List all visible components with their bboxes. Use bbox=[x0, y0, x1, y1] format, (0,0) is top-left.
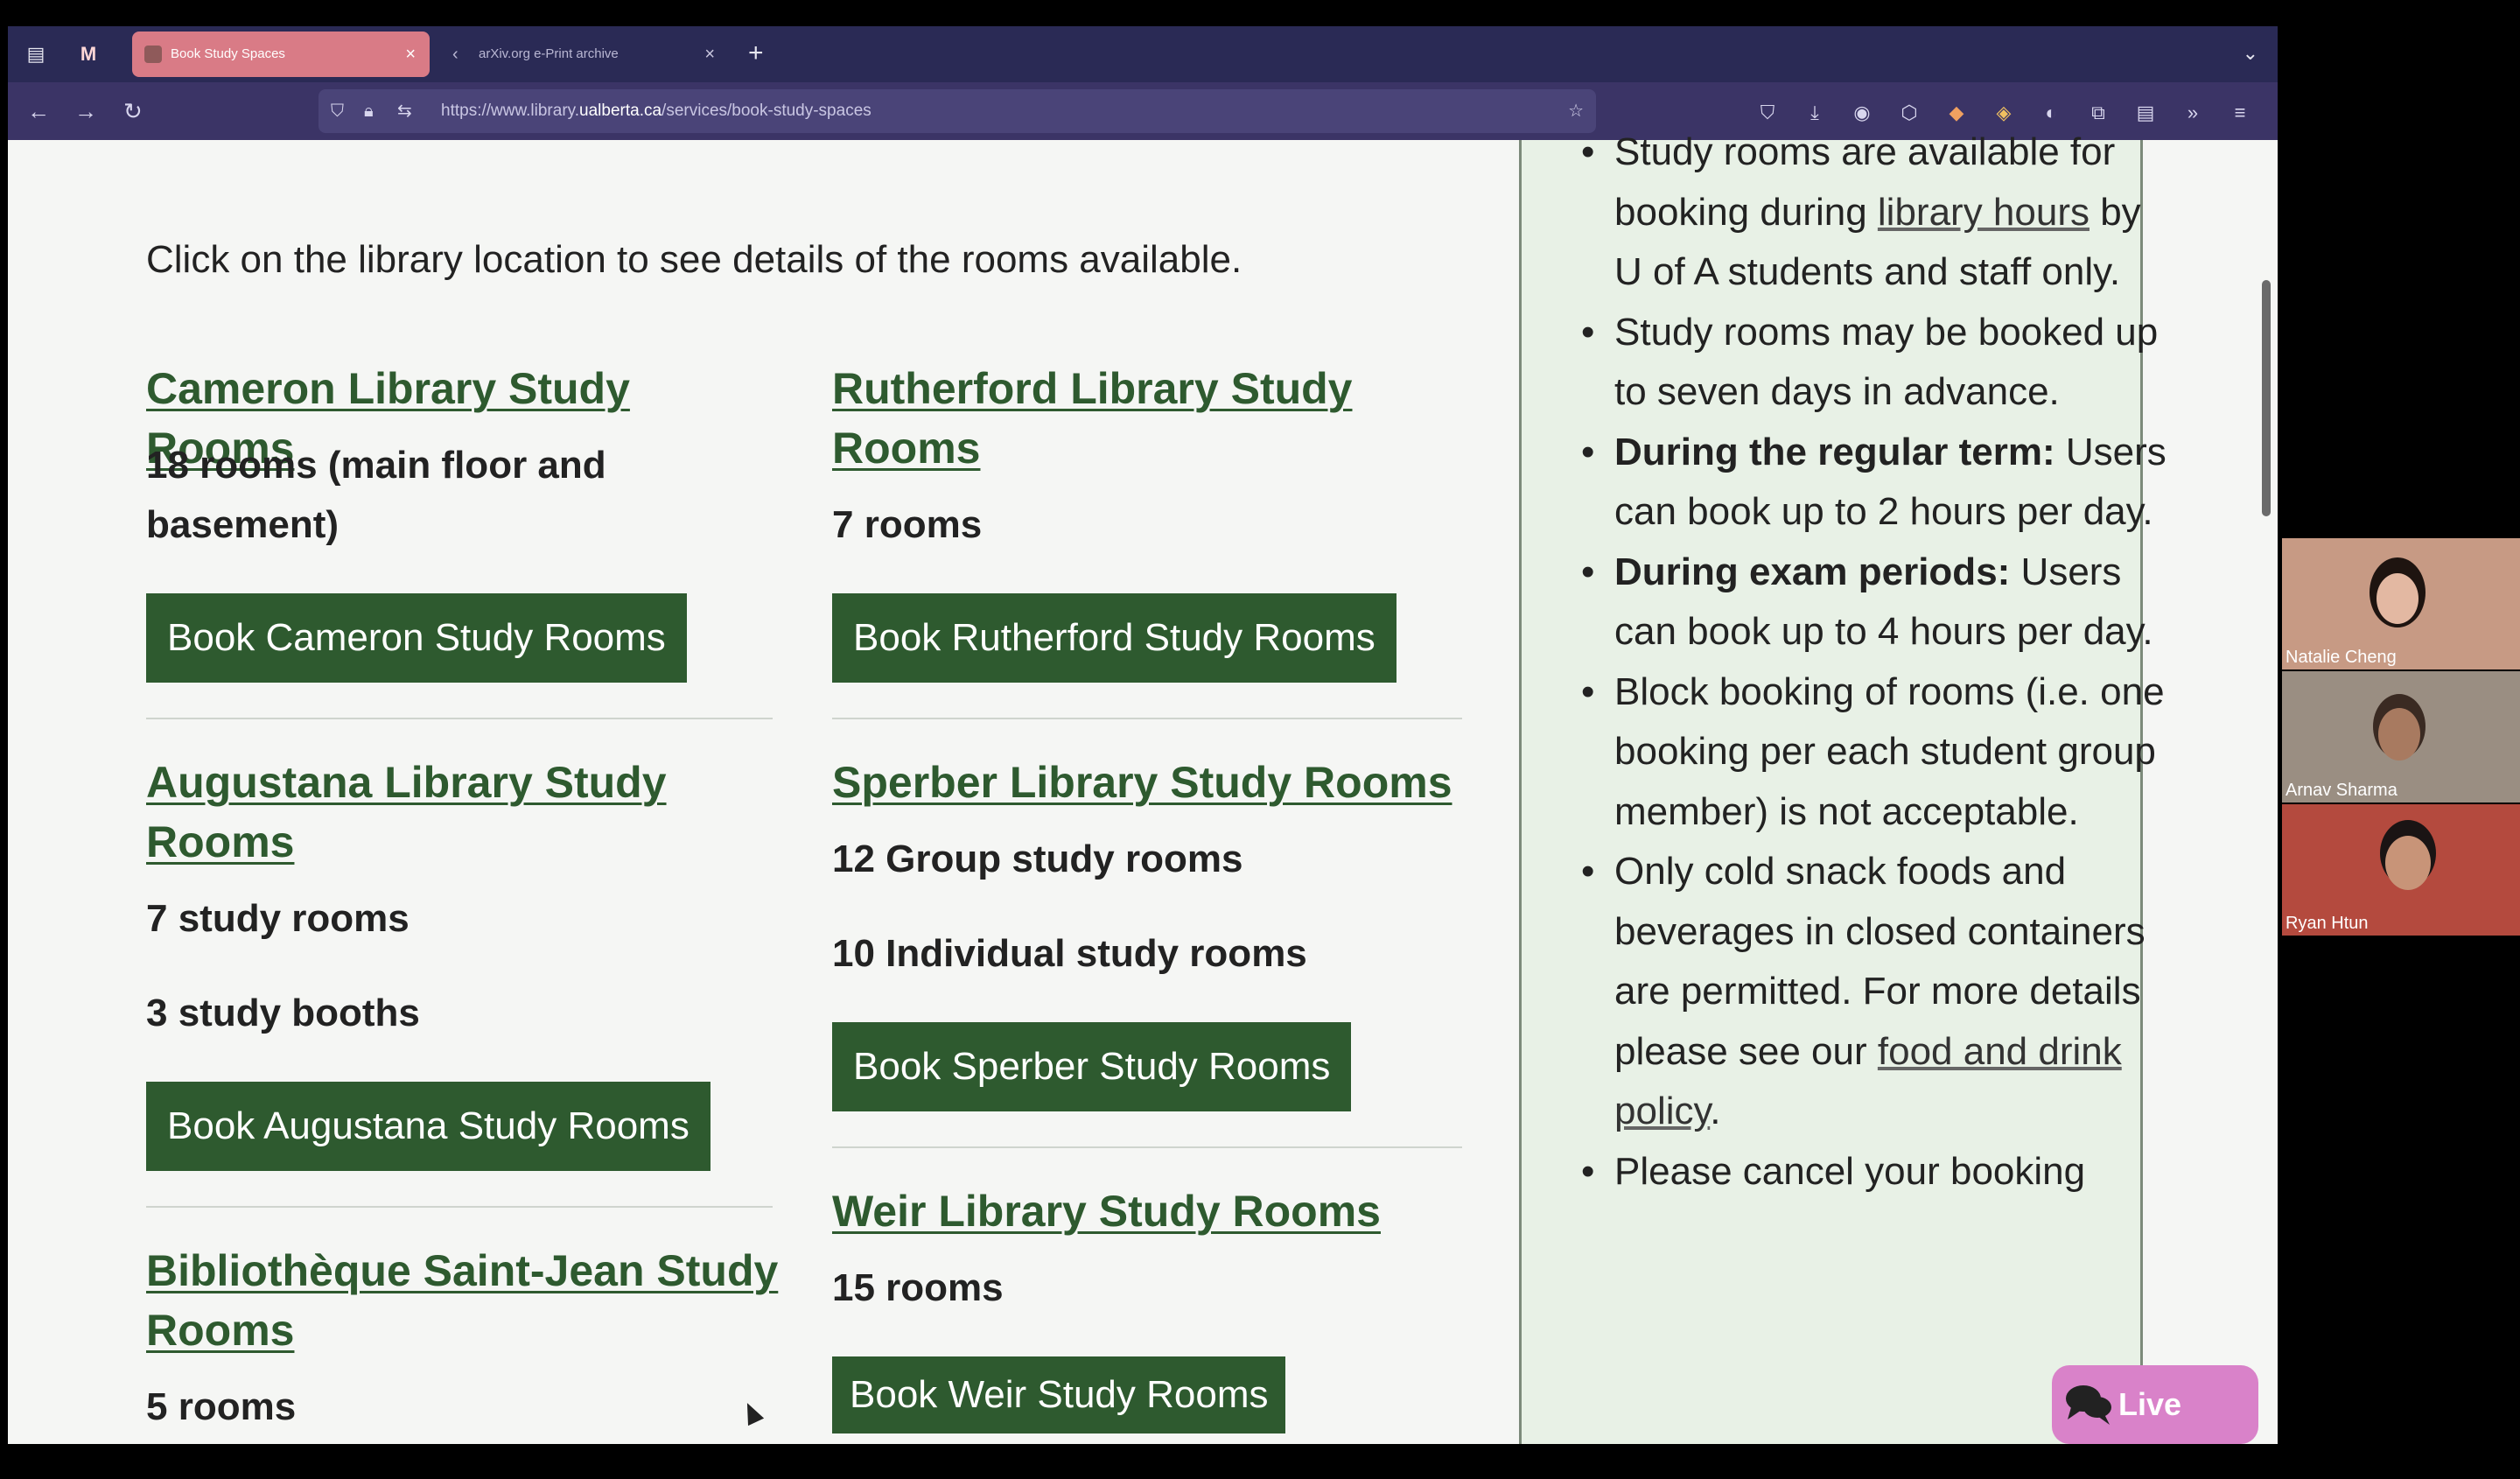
divider bbox=[146, 1206, 773, 1208]
page-title-cutoff bbox=[146, 105, 161, 165]
book-augustana-button[interactable]: Book Augustana Study Rooms bbox=[146, 1082, 710, 1171]
participant-name: Arnav Sharma bbox=[2286, 781, 2398, 800]
gmail-icon[interactable]: M bbox=[76, 42, 101, 67]
sperber-library-link[interactable]: Sperber Library Study Rooms bbox=[832, 753, 1462, 812]
live-chat-label: Live Chat bbox=[2118, 1386, 2182, 1422]
divider bbox=[146, 718, 773, 719]
url-text[interactable]: https://www.library.ualberta.ca/services… bbox=[441, 89, 872, 133]
rutherford-library-link[interactable]: Rutherford Library Study Rooms bbox=[832, 359, 1383, 478]
participant-video[interactable]: Arnav Sharma bbox=[2282, 671, 2520, 803]
new-tab-icon[interactable]: + bbox=[748, 39, 764, 68]
live-chat-button[interactable]: Live Chat bbox=[2052, 1365, 2258, 1444]
augustana-study-rooms: 7 study rooms bbox=[146, 897, 410, 940]
book-weir-button[interactable]: Book Weir Study Rooms bbox=[832, 1356, 1286, 1433]
participant-face bbox=[2378, 708, 2420, 761]
tab-bar: ▤ M Book Study Spaces × ‹ arXiv.org e-Pr… bbox=[8, 26, 2278, 82]
url-bar[interactable]: ⛉ 🔒︎ ⇆ https://www.library.ualberta.ca/s… bbox=[318, 89, 1596, 133]
participant-name: Ryan Htun bbox=[2286, 914, 2369, 933]
augustana-library-link[interactable]: Augustana Library Study Rooms bbox=[146, 753, 706, 872]
chat-bubbles-icon bbox=[2066, 1385, 2111, 1425]
back-icon[interactable]: ← bbox=[27, 96, 50, 126]
rule-food-drink: • Only cold snack foods and beverages in … bbox=[1581, 850, 2146, 1132]
tab-book-study-spaces[interactable]: Book Study Spaces × bbox=[132, 32, 430, 77]
mouse-cursor-icon bbox=[738, 1398, 765, 1426]
bookmark-star-icon[interactable]: ☆ bbox=[1568, 100, 1584, 123]
augustana-study-booths: 3 study booths bbox=[146, 992, 420, 1034]
rule-advance-booking: • Study rooms may be booked up to seven d… bbox=[1581, 310, 2159, 414]
reload-icon[interactable]: ↻ bbox=[123, 96, 143, 126]
sperber-group-rooms: 12 Group study rooms bbox=[832, 838, 1243, 880]
permissions-icon[interactable]: ⇆ bbox=[397, 100, 412, 123]
rule-exam-periods: • During exam periods: Users can book up … bbox=[1581, 550, 2153, 654]
book-sperber-button[interactable]: Book Sperber Study Rooms bbox=[832, 1022, 1352, 1111]
divider bbox=[832, 718, 1462, 719]
ualberta-favicon-icon bbox=[144, 46, 162, 63]
tab-title: Book Study Spaces bbox=[171, 46, 285, 61]
tab-title: arXiv.org e-Print archive bbox=[479, 46, 619, 61]
browser-window: ▤ M Book Study Spaces × ‹ arXiv.org e-Pr… bbox=[8, 26, 2278, 1444]
library-hours-link[interactable]: library hours bbox=[1878, 191, 2090, 234]
tracking-shield-icon[interactable]: ⛉ bbox=[331, 100, 344, 123]
rule-block-booking: • Block booking of rooms (i.e. one bookin… bbox=[1581, 669, 2165, 833]
page-scrollbar[interactable] bbox=[2262, 280, 2271, 516]
tab-arxiv[interactable]: ‹ arXiv.org e-Print archive × bbox=[440, 32, 729, 77]
sperber-individual-rooms: 10 Individual study rooms bbox=[832, 932, 1307, 975]
arxiv-favicon-icon: ‹ bbox=[452, 45, 458, 64]
page-content: Click on the library location to see det… bbox=[8, 130, 2278, 1444]
rutherford-room-count: 7 rooms bbox=[832, 503, 983, 546]
saint-jean-room-count: 5 rooms bbox=[146, 1385, 297, 1428]
menu-icon[interactable]: ≡ bbox=[2227, 100, 2253, 126]
divider bbox=[832, 1146, 1462, 1148]
lock-icon[interactable]: 🔒︎ bbox=[364, 100, 374, 123]
rule-availability: • Study rooms are available for booking d… bbox=[1581, 130, 2141, 293]
book-rutherford-button[interactable]: Book Rutherford Study Rooms bbox=[832, 593, 1396, 683]
intro-text: Click on the library location to see det… bbox=[146, 238, 1242, 281]
close-tab-icon[interactable]: × bbox=[405, 32, 416, 77]
weir-room-count: 15 rooms bbox=[832, 1266, 1004, 1309]
close-tab-icon[interactable]: × bbox=[704, 32, 715, 77]
weir-library-link[interactable]: Weir Library Study Rooms bbox=[832, 1181, 1462, 1241]
participant-video[interactable]: Ryan Htun bbox=[2282, 804, 2520, 936]
participant-name: Natalie Cheng bbox=[2286, 648, 2397, 667]
participant-video[interactable]: Natalie Cheng bbox=[2282, 538, 2520, 669]
booking-rules-list: • Study rooms are available for booking d… bbox=[1572, 123, 2174, 1202]
cameron-room-count: 18 rooms (main floor and basement) bbox=[146, 444, 606, 546]
saint-jean-library-link[interactable]: Bibliothèque Saint-Jean Study Rooms bbox=[146, 1241, 794, 1360]
participant-face bbox=[2385, 836, 2431, 890]
participant-face bbox=[2376, 573, 2418, 624]
rule-cancel: • Please cancel your booking bbox=[1581, 1149, 2086, 1193]
book-cameron-button[interactable]: Book Cameron Study Rooms bbox=[146, 593, 687, 683]
rule-regular-term: • During the regular term: Users can book… bbox=[1581, 430, 2166, 534]
list-tabs-chevron-icon[interactable]: ⌄ bbox=[2243, 42, 2258, 65]
forward-icon[interactable]: → bbox=[74, 96, 97, 126]
overflow-chevron-icon[interactable]: » bbox=[2180, 100, 2206, 126]
sidebar-icon[interactable]: ▤ bbox=[24, 42, 48, 67]
